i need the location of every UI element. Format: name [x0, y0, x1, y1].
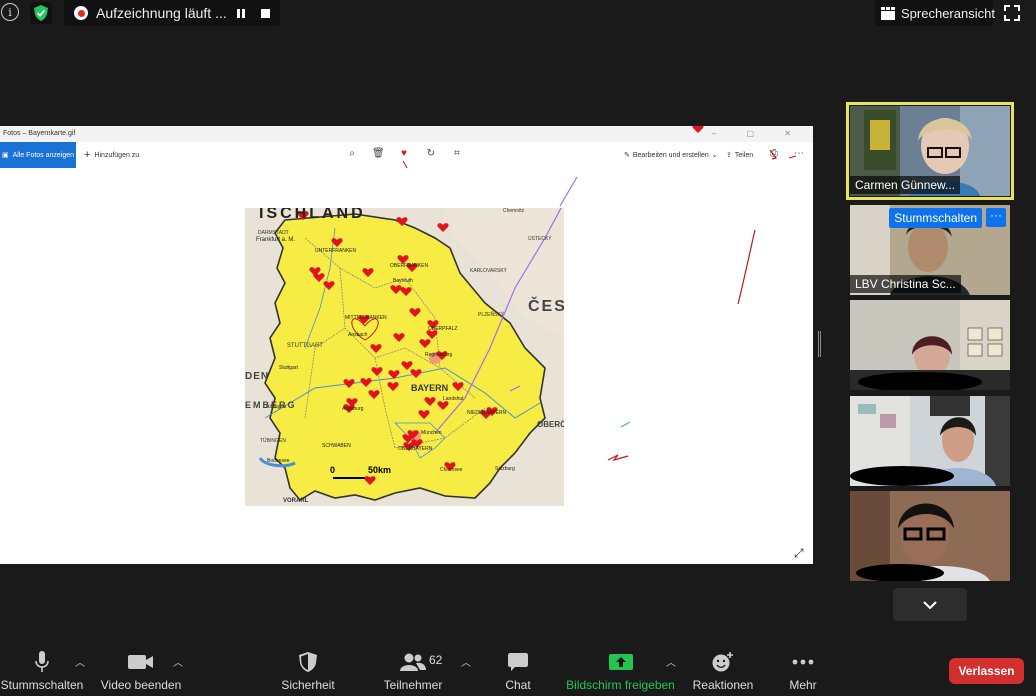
view-grid-icon	[881, 6, 895, 20]
shield-icon	[299, 650, 317, 674]
smiley-plus-icon	[712, 650, 734, 674]
mute-button[interactable]: Stummschalten	[0, 650, 84, 696]
participant-video	[850, 396, 1010, 486]
video-camera-icon	[128, 650, 154, 674]
participants-label: Teilnehmer	[383, 678, 443, 692]
participant-count: 62	[429, 653, 443, 667]
recording-indicator: Aufzeichnung läuft ...	[64, 0, 280, 26]
reactions-label: Reaktionen	[692, 678, 754, 692]
expand-icon[interactable]: ⤢	[794, 546, 804, 561]
participant-more-button[interactable]: ···	[986, 208, 1006, 227]
mute-participant-button[interactable]: Stummschalten	[889, 208, 982, 228]
annotation-drawings	[402, 126, 797, 462]
mute-label: Stummschalten	[0, 678, 84, 692]
microphone-icon	[34, 650, 50, 674]
pause-recording-button[interactable]	[237, 8, 245, 18]
reactions-button[interactable]: Reaktionen	[693, 650, 753, 696]
share-screen-label: Bildschirm freigeben	[566, 678, 675, 692]
participant-name: LBV Christina Sc...	[850, 275, 961, 293]
chat-bubble-icon	[508, 650, 528, 674]
leave-meeting-button[interactable]: Verlassen	[949, 658, 1024, 684]
chat-label: Chat	[505, 678, 531, 692]
participant-tile[interactable]	[850, 396, 1010, 486]
participant-tile[interactable]	[850, 300, 1010, 390]
participant-video	[850, 300, 1010, 390]
recording-label: Aufzeichnung läuft ...	[96, 5, 227, 21]
more-button[interactable]: Mehr	[788, 650, 818, 696]
share-screen-button[interactable]: Bildschirm freigeben	[565, 650, 676, 696]
stop-video-button[interactable]: Video beenden	[100, 650, 182, 696]
participants-options-caret[interactable]: ︿	[461, 654, 471, 669]
participant-tile[interactable]	[850, 491, 1010, 581]
video-options-caret[interactable]: ︿	[173, 654, 183, 669]
stop-recording-button[interactable]	[261, 8, 270, 18]
share-screen-icon	[608, 650, 633, 674]
more-dots-icon	[792, 650, 814, 674]
chat-button[interactable]: Chat	[505, 650, 531, 696]
more-label: Mehr	[789, 678, 817, 692]
security-button[interactable]: Sicherheit	[280, 650, 336, 696]
fullscreen-icon[interactable]	[1004, 5, 1020, 21]
recording-icon	[74, 6, 88, 20]
share-options-caret[interactable]: ︿	[666, 654, 676, 669]
security-label: Sicherheit	[281, 678, 335, 692]
participant-tile[interactable]: Stummschalten ··· LBV Christina Sc...	[850, 205, 1010, 295]
participant-video	[850, 491, 1010, 581]
meeting-info-icon[interactable]: i	[1, 3, 19, 21]
stop-video-label: Video beenden	[100, 678, 182, 692]
chevron-down-icon	[923, 600, 937, 609]
security-shield-icon[interactable]	[30, 2, 52, 24]
audio-options-caret[interactable]: ︿	[75, 654, 85, 669]
speaker-view-label: Sprecheransicht	[901, 5, 995, 21]
participant-tile-active-speaker[interactable]: Carmen Günnew...	[846, 102, 1014, 200]
resize-handle[interactable]	[818, 331, 821, 357]
speaker-view-button[interactable]: Sprecheransicht	[875, 0, 995, 26]
shared-screen: Fotos – Bayernkarte.gif – ▢ ✕ ▣ Alle Fot…	[0, 126, 813, 564]
participants-icon	[400, 650, 426, 674]
scroll-participants-down-button[interactable]	[893, 588, 967, 621]
participant-name: Carmen Günnew...	[850, 176, 961, 194]
